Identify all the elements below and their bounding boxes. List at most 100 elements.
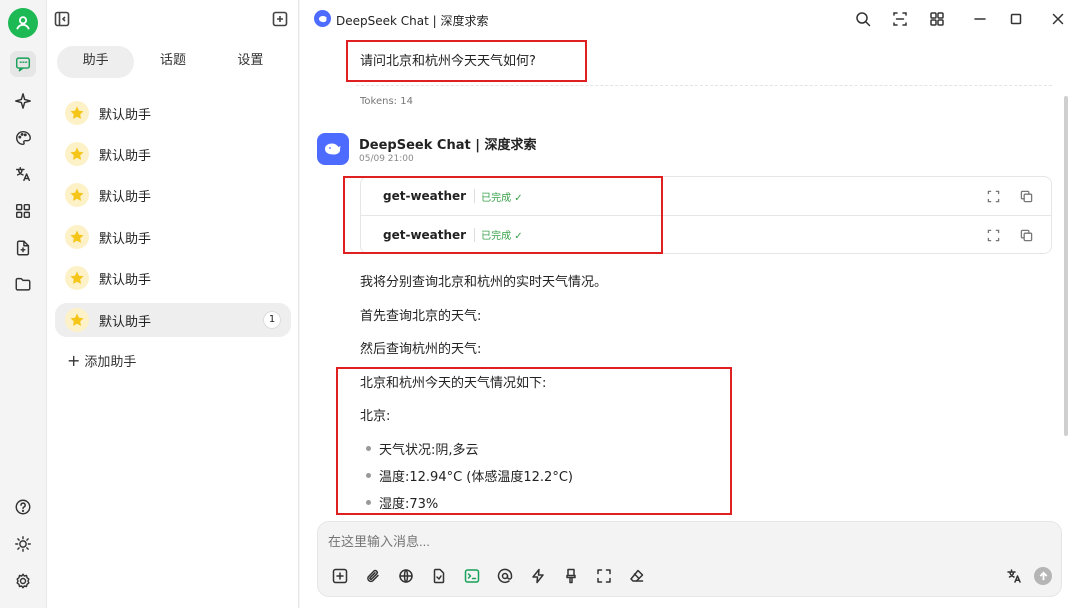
attachment-icon[interactable] <box>363 566 383 586</box>
new-topic-icon[interactable] <box>330 566 350 586</box>
assistant-item[interactable]: 默认助手 <box>55 261 291 295</box>
help-icon[interactable] <box>10 494 36 520</box>
message-list[interactable]: 请问北京和杭州今天天气如何? Tokens: 14 DeepSeek Chat … <box>300 38 1070 518</box>
web-search-icon[interactable] <box>396 566 416 586</box>
response-paragraph: 北京: <box>360 409 391 424</box>
response-paragraph: 然后查询杭州的天气: <box>360 342 482 357</box>
bullet-dot <box>366 500 371 505</box>
eraser-icon[interactable] <box>627 566 647 586</box>
message-divider <box>356 85 1052 86</box>
icon-rail <box>0 0 46 608</box>
list-item-text: 天气状况:阴,多云 <box>379 443 479 458</box>
assistant-model-name: DeepSeek Chat | 深度求索 <box>359 138 537 153</box>
assistant-name: 默认助手 <box>99 107 152 123</box>
theme-sun-icon[interactable] <box>10 531 36 557</box>
star-emoji-icon <box>65 142 89 166</box>
tool-status: 已完成 ✓ <box>481 231 523 242</box>
translate-icon[interactable] <box>10 161 36 187</box>
assistant-name: 默认助手 <box>99 231 152 247</box>
message-composer <box>317 521 1062 597</box>
copy-icon[interactable] <box>1018 188 1034 204</box>
list-item: 湿度:73% <box>366 493 438 512</box>
copy-icon[interactable] <box>1018 227 1034 243</box>
window-title: DeepSeek Chat | 深度求索 <box>336 14 489 28</box>
translate-icon[interactable] <box>1004 566 1024 586</box>
topic-count-badge: 1 <box>263 311 281 329</box>
assistant-item[interactable]: 默认助手 <box>55 220 291 254</box>
user-avatar[interactable] <box>8 8 38 38</box>
settings-gear-icon[interactable] <box>10 568 36 594</box>
maximize-icon[interactable] <box>1006 9 1026 29</box>
plus-icon: + <box>67 350 81 370</box>
assistant-name: 默认助手 <box>99 314 152 330</box>
search-icon[interactable] <box>853 9 873 29</box>
deepseek-logo-icon <box>314 10 331 27</box>
tool-name: get-weather <box>383 189 467 203</box>
mini-apps-icon[interactable] <box>927 9 947 29</box>
tab-topics[interactable]: 话题 <box>134 46 211 78</box>
tool-call-row[interactable]: get-weather 已完成 ✓ <box>361 177 1051 215</box>
palette-icon[interactable] <box>10 125 36 151</box>
file-import-icon[interactable] <box>10 235 36 261</box>
chat-icon[interactable] <box>10 51 36 77</box>
list-item: 天气状况:阴,多云 <box>366 439 479 458</box>
separator <box>474 227 476 242</box>
title-bar: DeepSeek Chat | 深度求索 <box>300 0 1080 38</box>
separator <box>474 189 476 203</box>
user-message: 请问北京和杭州今天天气如何? <box>360 54 536 69</box>
assistant-name: 默认助手 <box>99 148 152 164</box>
panel-toolbar <box>47 0 300 38</box>
expand-icon[interactable] <box>594 566 614 586</box>
quick-phrase-icon[interactable] <box>528 566 548 586</box>
bullet-dot <box>366 473 371 478</box>
assistant-item[interactable]: 默认助手 <box>55 137 291 171</box>
tab-assistants[interactable]: 助手 <box>57 46 135 78</box>
list-item-text: 湿度:73% <box>379 497 439 512</box>
tool-call-row[interactable]: get-weather 已完成 ✓ <box>361 215 1051 253</box>
add-assistant-button[interactable]: + 添加助手 <box>67 351 136 370</box>
knowledge-icon[interactable] <box>429 566 449 586</box>
mcp-terminal-icon[interactable] <box>462 566 482 586</box>
chat-main: DeepSeek Chat | 深度求索 请问北京和杭州今天天气如何? Toke… <box>300 0 1080 608</box>
assistant-item[interactable]: 默认助手 <box>55 96 291 130</box>
assistant-item-active[interactable]: 默认助手 1 <box>55 303 291 337</box>
new-topic-icon[interactable] <box>269 8 291 30</box>
minimize-icon[interactable] <box>970 9 990 29</box>
tool-name: get-weather <box>383 227 467 242</box>
sparkle-icon[interactable] <box>10 88 36 114</box>
bullet-dot <box>366 446 371 451</box>
deepseek-whale-icon <box>317 133 349 165</box>
star-emoji-icon <box>65 183 89 207</box>
clear-brush-icon[interactable] <box>561 566 581 586</box>
sidebar-tabs: 助手 话题 设置 <box>57 46 289 78</box>
response-paragraph: 北京和杭州今天的天气情况如下: <box>360 376 547 391</box>
response-paragraph: 首先查询北京的天气: <box>360 309 482 324</box>
star-emoji-icon <box>65 225 89 249</box>
assistants-panel: 助手 话题 设置 默认助手 默认助手 默认助手 默认助手 默认助手 默认助手 1… <box>46 0 299 608</box>
assistant-name: 默认助手 <box>99 272 152 288</box>
list-item-text: 温度:12.94°C (体感温度12.2°C) <box>379 470 573 485</box>
collapse-sidebar-icon[interactable] <box>51 8 73 30</box>
expand-icon[interactable] <box>985 188 1001 204</box>
assistant-name: 默认助手 <box>99 189 152 205</box>
close-icon[interactable] <box>1048 9 1068 29</box>
scrollbar-thumb[interactable] <box>1064 96 1068 436</box>
response-paragraph: 我将分别查询北京和杭州的实时天气情况。 <box>360 275 608 290</box>
assistant-item[interactable]: 默认助手 <box>55 178 291 212</box>
send-icon[interactable] <box>1034 567 1052 585</box>
apps-icon[interactable] <box>10 198 36 224</box>
tool-status: 已完成 ✓ <box>481 192 523 204</box>
expand-icon[interactable] <box>985 227 1001 243</box>
folder-icon[interactable] <box>10 271 36 297</box>
layout-toggle-icon[interactable] <box>890 9 910 29</box>
message-timestamp: 05/09 21:00 <box>359 154 414 164</box>
message-input[interactable] <box>328 528 968 554</box>
mention-icon[interactable] <box>495 566 515 586</box>
list-item: 温度:12.94°C (体感温度12.2°C) <box>366 466 573 485</box>
token-count: Tokens: 14 <box>360 96 413 107</box>
tab-settings[interactable]: 设置 <box>212 46 289 78</box>
star-emoji-icon <box>65 266 89 290</box>
add-assistant-label: 添加助手 <box>84 355 137 370</box>
star-emoji-icon <box>65 101 89 125</box>
star-emoji-icon <box>65 308 89 332</box>
